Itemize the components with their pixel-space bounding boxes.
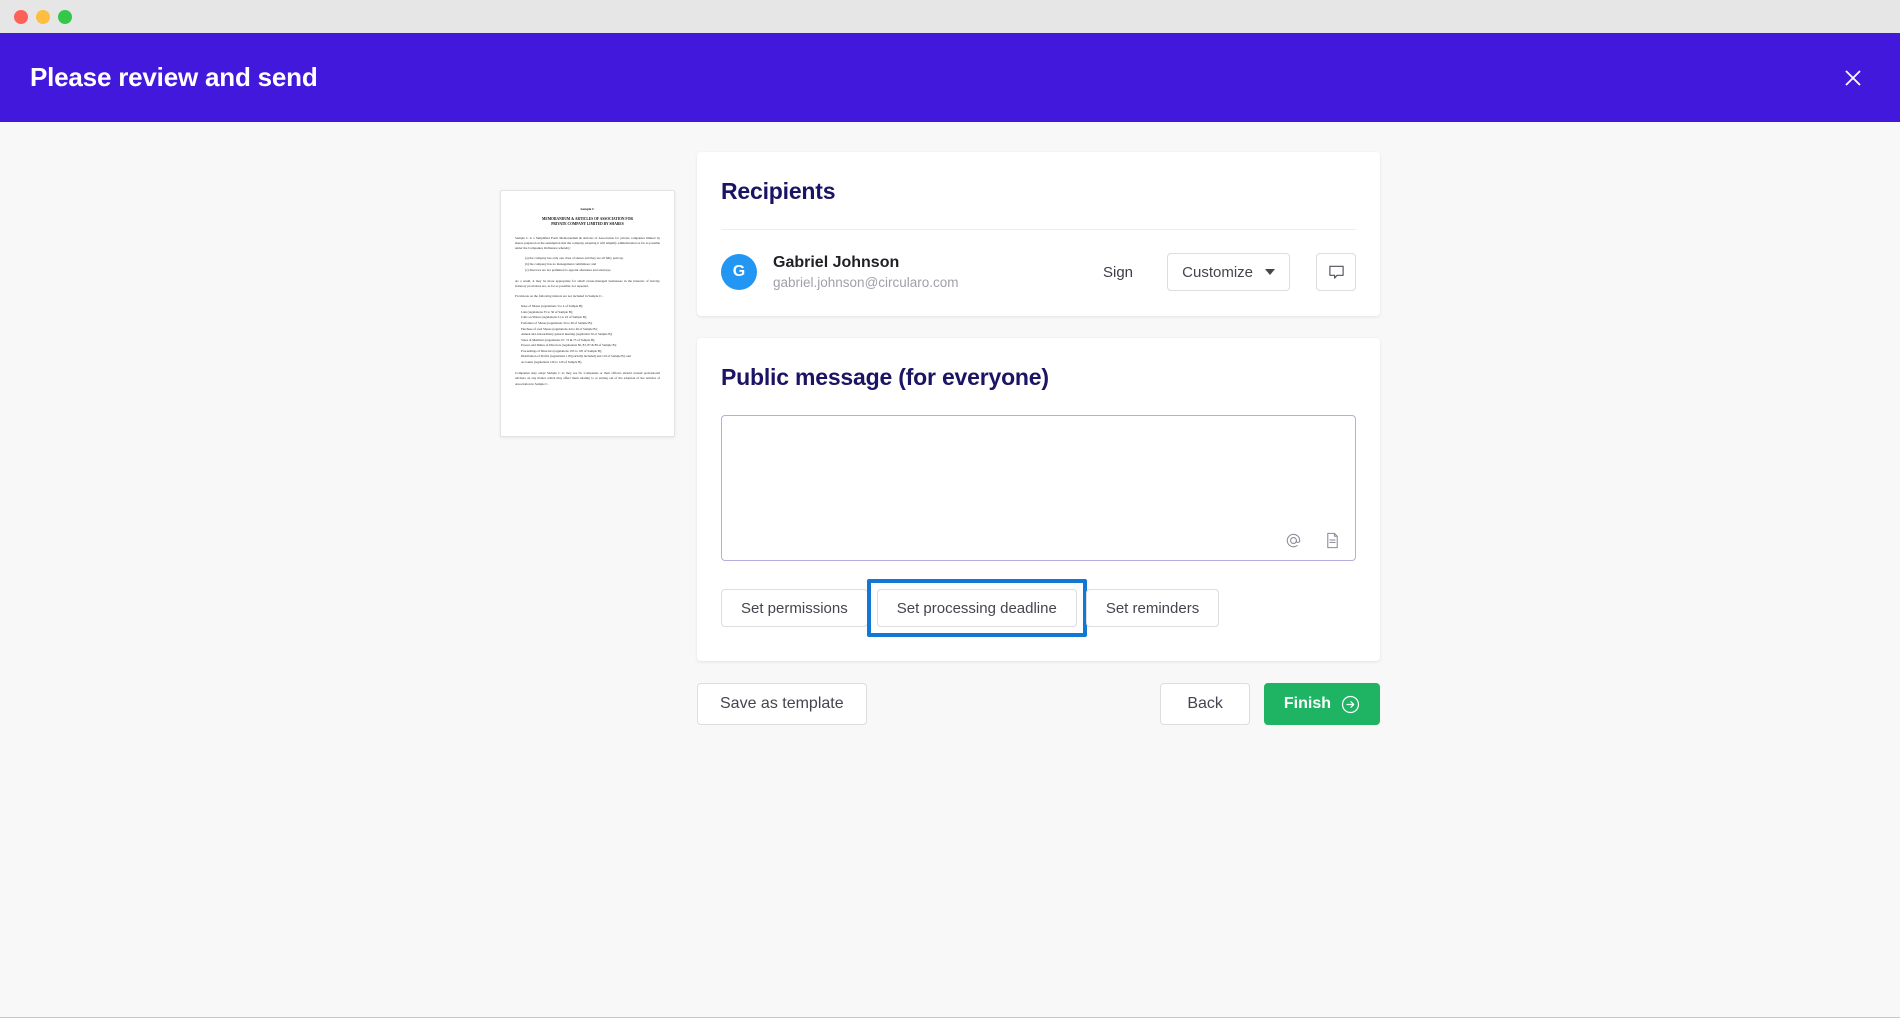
set-reminders-button[interactable]: Set reminders: [1086, 589, 1219, 627]
back-button[interactable]: Back: [1160, 683, 1250, 725]
forms-column: Recipients G Gabriel Johnson gabriel.joh…: [697, 152, 1380, 725]
recipient-comment-button[interactable]: [1316, 253, 1356, 291]
recipient-role: Sign: [1089, 264, 1151, 281]
save-as-template-button[interactable]: Save as template: [697, 683, 867, 725]
document-heading-line2: PRIVATE COMPANY LIMITED BY SHARES: [515, 222, 660, 227]
finish-button-label: Finish: [1284, 695, 1331, 713]
page-header: Please review and send: [0, 33, 1900, 122]
window-close-button[interactable]: [14, 10, 28, 24]
document-sub-item: Votes of Members (regulations 67, 72 & 7…: [521, 338, 660, 343]
set-permissions-button[interactable]: Set permissions: [721, 589, 868, 627]
close-icon: [1844, 69, 1862, 87]
document-paragraph-4: Companies may adopt Sample C as they see…: [515, 371, 660, 386]
window-minimize-button[interactable]: [36, 10, 50, 24]
window-titlebar: [0, 0, 1900, 33]
document-paragraph-2: As a result, it may be more appropriate …: [515, 279, 660, 289]
footer-right-group: Back Finish: [1160, 683, 1380, 725]
document-sample-label: Sample C: [515, 207, 660, 211]
content-area: Sample C MEMORANDUM & ARTICLES OF ASSOCI…: [500, 152, 1380, 725]
recipients-card: Recipients G Gabriel Johnson gabriel.joh…: [697, 152, 1380, 316]
comment-icon: [1328, 264, 1345, 281]
recipient-info: Gabriel Johnson gabriel.johnson@circular…: [773, 252, 1073, 292]
document-sub-item: Accounts (regulations 126 to 129 of Samp…: [521, 360, 660, 365]
document-sub-list: Issue of Shares (regulations 3 to 4 of S…: [521, 304, 660, 365]
public-message-title: Public message (for everyone): [721, 364, 1356, 391]
mention-icon[interactable]: [1285, 532, 1302, 549]
document-list-item: (c) directors are not permitted to appoi…: [525, 268, 660, 273]
document-sub-item: Forfeiture of Shares (regulations 34 to …: [521, 321, 660, 326]
finish-button[interactable]: Finish: [1264, 683, 1380, 725]
recipient-row: G Gabriel Johnson gabriel.johnson@circul…: [721, 252, 1356, 292]
document-list: (a) the company has only one class of sh…: [525, 256, 660, 273]
footer-actions: Save as template Back Finish: [697, 683, 1380, 725]
chevron-down-icon: [1265, 269, 1275, 275]
document-list-item: (b) the company has no management commit…: [525, 262, 660, 267]
document-heading: MEMORANDUM & ARTICLES OF ASSOCIATION FOR…: [515, 217, 660, 228]
public-message-card: Public message (for everyone): [697, 338, 1380, 661]
document-thumbnail[interactable]: Sample C MEMORANDUM & ARTICLES OF ASSOCI…: [500, 190, 675, 437]
customize-button-label: Customize: [1182, 264, 1253, 281]
recipient-name: Gabriel Johnson: [773, 252, 1073, 274]
set-processing-deadline-highlight: Set processing deadline: [867, 579, 1087, 637]
document-sub-item: Lien (regulations 35 to 36 of Sample B);: [521, 310, 660, 315]
document-paragraph-1: Sample C is a Simplified Form Memorandum…: [515, 236, 660, 251]
page-title: Please review and send: [30, 62, 318, 93]
avatar: G: [721, 254, 757, 290]
document-list-item: (a) the company has only one class of sh…: [525, 256, 660, 261]
public-message-field-wrapper: [721, 415, 1356, 561]
public-message-input[interactable]: [722, 416, 1355, 560]
textarea-icon-group: [1285, 532, 1341, 549]
document-preview-column: Sample C MEMORANDUM & ARTICLES OF ASSOCI…: [500, 152, 675, 437]
arrow-right-circle-icon: [1341, 695, 1360, 714]
document-paragraph-3: Provisions on the following matters are …: [515, 294, 660, 299]
message-options-row: Set permissions Set processing deadline …: [721, 579, 1356, 637]
app-window: Please review and send Sample C MEMORAND…: [0, 0, 1900, 1018]
document-sub-item: Purchase of own Shares (regulations 44 t…: [521, 327, 660, 332]
close-dialog-button[interactable]: [1836, 61, 1870, 95]
recipient-email: gabriel.johnson@circularo.com: [773, 274, 1073, 293]
document-sub-item: Annual and extraordinary general meeting…: [521, 332, 660, 337]
document-sub-item: Calls on Shares (regulations 21 to 22 of…: [521, 315, 660, 320]
document-sub-item: Issue of Shares (regulations 3 to 4 of S…: [521, 304, 660, 309]
set-processing-deadline-button[interactable]: Set processing deadline: [877, 589, 1077, 627]
window-maximize-button[interactable]: [58, 10, 72, 24]
document-sub-item: Powers and Duties of Directors (regulati…: [521, 343, 660, 348]
recipients-divider: [721, 229, 1356, 230]
recipients-title: Recipients: [721, 178, 1356, 205]
document-sub-item: Distribution of Profits (regulations 118…: [521, 354, 660, 359]
customize-button[interactable]: Customize: [1167, 253, 1290, 291]
attachment-document-icon[interactable]: [1324, 532, 1341, 549]
page-body: Sample C MEMORANDUM & ARTICLES OF ASSOCI…: [0, 122, 1900, 1017]
document-sub-item: Proceedings of Directors (regulations 10…: [521, 349, 660, 354]
